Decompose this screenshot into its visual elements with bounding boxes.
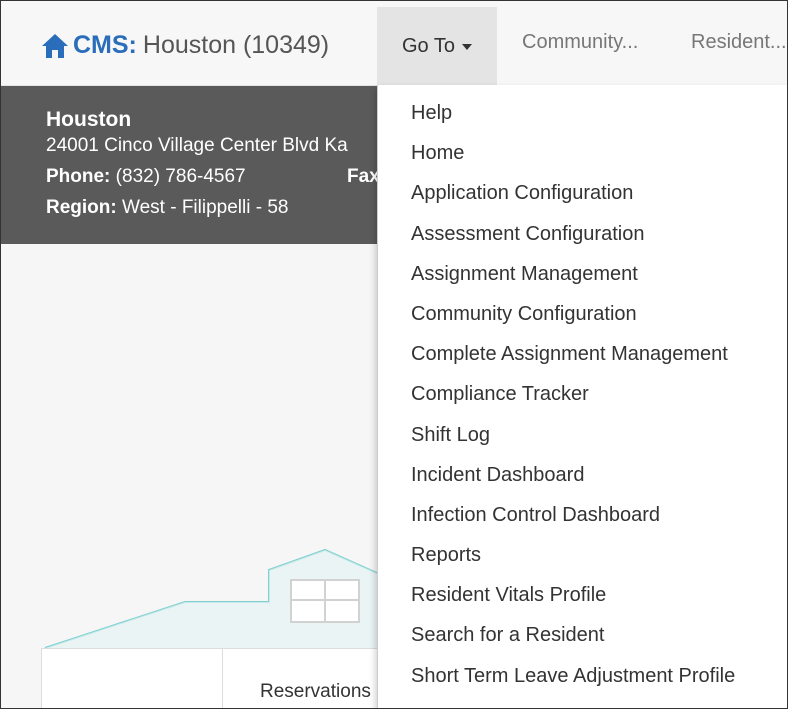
menu-item-compliance-tracker[interactable]: Compliance Tracker [378, 374, 787, 414]
community-address: 24001 Cinco Village Center Blvd Ka [46, 135, 348, 156]
top-navbar: CMS: Houston (10349) Go To Community... … [1, 1, 787, 86]
caret-down-icon [462, 44, 472, 50]
community-phone: Phone: (832) 786-4567 [46, 166, 246, 188]
grid-divider [222, 649, 223, 708]
window-icon [290, 579, 360, 623]
menu-item-assessment-configuration[interactable]: Assessment Configuration [378, 214, 787, 254]
menu-item-infection-control-dashboard[interactable]: Infection Control Dashboard [378, 495, 787, 535]
menu-item-reports[interactable]: Reports [378, 535, 787, 575]
menu-item-help[interactable]: Help [378, 93, 787, 133]
goto-menu-button[interactable]: Go To [377, 7, 497, 85]
menu-item-complete-assignment-management[interactable]: Complete Assignment Management [378, 334, 787, 374]
region-value: West - Filippelli - 58 [122, 197, 289, 218]
summary-grid: Reservations [41, 648, 422, 708]
reservations-label[interactable]: Reservations [260, 681, 371, 703]
menu-item-short-term-leave-adjustment-profile[interactable]: Short Term Leave Adjustment Profile [378, 656, 787, 696]
phone-value: (832) 786-4567 [115, 166, 246, 187]
menu-item-community-configuration[interactable]: Community Configuration [378, 294, 787, 334]
brand-location: Houston (10349) [142, 31, 330, 59]
menu-item-home[interactable]: Home [378, 133, 787, 173]
goto-label: Go To [402, 34, 455, 57]
community-name: Houston [46, 108, 132, 131]
nav-resident[interactable]: Resident... [691, 31, 787, 54]
menu-item-resident-vitals-profile[interactable]: Resident Vitals Profile [378, 575, 787, 615]
menu-item-application-configuration[interactable]: Application Configuration [378, 173, 787, 213]
brand-prefix: CMS: [73, 31, 137, 59]
menu-item-assignment-management[interactable]: Assignment Management [378, 254, 787, 294]
menu-item-incident-dashboard[interactable]: Incident Dashboard [378, 455, 787, 495]
app-window: CMS: Houston (10349) Go To Community... … [0, 0, 788, 709]
fax-label: Fax [347, 166, 380, 187]
nav-community[interactable]: Community... [522, 31, 638, 54]
dropdown-list: Help Home Application Configuration Asse… [378, 93, 787, 696]
goto-dropdown-menu: Help Home Application Configuration Asse… [377, 85, 787, 708]
phone-label: Phone: [46, 166, 111, 187]
region-label: Region: [46, 197, 117, 218]
community-region: Region: West - Filippelli - 58 [46, 197, 288, 219]
menu-item-search-for-resident[interactable]: Search for a Resident [378, 615, 787, 655]
home-icon [42, 33, 68, 58]
brand-link[interactable]: CMS: Houston (10349) [41, 31, 329, 60]
menu-item-shift-log[interactable]: Shift Log [378, 415, 787, 455]
